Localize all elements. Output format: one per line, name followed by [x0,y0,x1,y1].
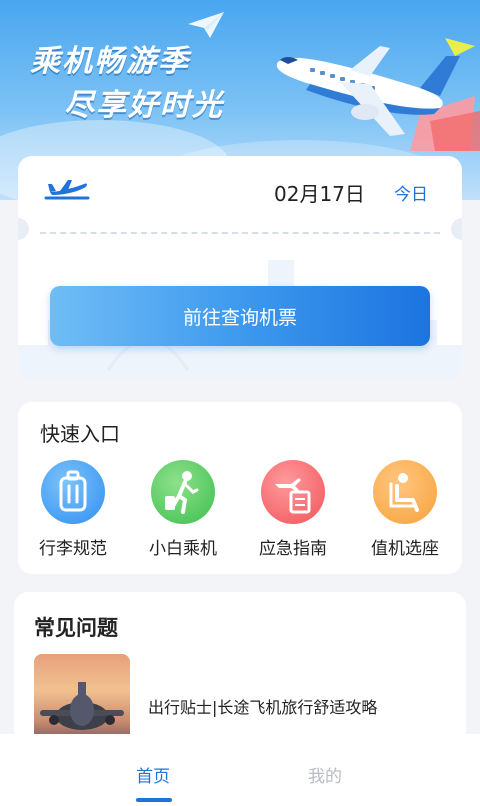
quick-entry-emergency-guide[interactable]: 应急指南 [248,460,338,559]
quick-entry-label: 小白乘机 [149,539,217,559]
quick-entry-label: 值机选座 [371,539,439,559]
bottom-navigation: 首页 我的 [0,734,480,806]
airplane-takeoff-icon [44,180,90,200]
ticket-notch [451,218,462,240]
faq-article-thumbnail[interactable] [34,654,130,744]
quick-entry-label: 应急指南 [259,539,327,559]
flight-search-card: 02月17日 今日 前往查询机票 [18,156,462,380]
quick-entry-beginner-flying[interactable]: 小白乘机 [138,460,228,559]
quick-entry-check-in-seat[interactable]: 值机选座 [360,460,450,559]
paper-plane-icon [188,12,224,38]
faq-section: 常见问题 出行贴士|长途飞机旅行舒适攻略 [14,592,466,752]
ticket-notch [18,218,29,240]
faq-article-title[interactable]: 出行贴士|长途飞机旅行舒适攻略 [148,694,377,718]
flight-document-icon [261,460,325,524]
active-tab-indicator [136,798,172,802]
walking-traveler-icon [151,460,215,524]
luggage-icon [41,460,105,524]
banner-slogan-line2: 尽享好时光 [64,88,224,123]
airplane-illustration [276,38,480,151]
banner-slogan-line1: 乘机畅游季 [30,44,190,79]
quick-entry-label: 行李规范 [39,539,107,559]
seat-icon [373,460,437,524]
tab-home[interactable]: 首页 [136,762,170,787]
quick-entry-section: 快速入口 行李规范 小白乘机 应急指南 值机选座 [18,402,462,574]
search-flights-button[interactable]: 前往查询机票 [50,286,430,346]
ticket-divider [40,232,440,234]
departure-date[interactable]: 02月17日 [274,178,365,207]
quick-entry-luggage[interactable]: 行李规范 [28,460,118,559]
today-label: 今日 [394,185,428,205]
faq-title: 常见问题 [34,616,118,640]
quick-entry-title: 快速入口 [40,422,120,446]
tab-mine[interactable]: 我的 [308,762,342,787]
